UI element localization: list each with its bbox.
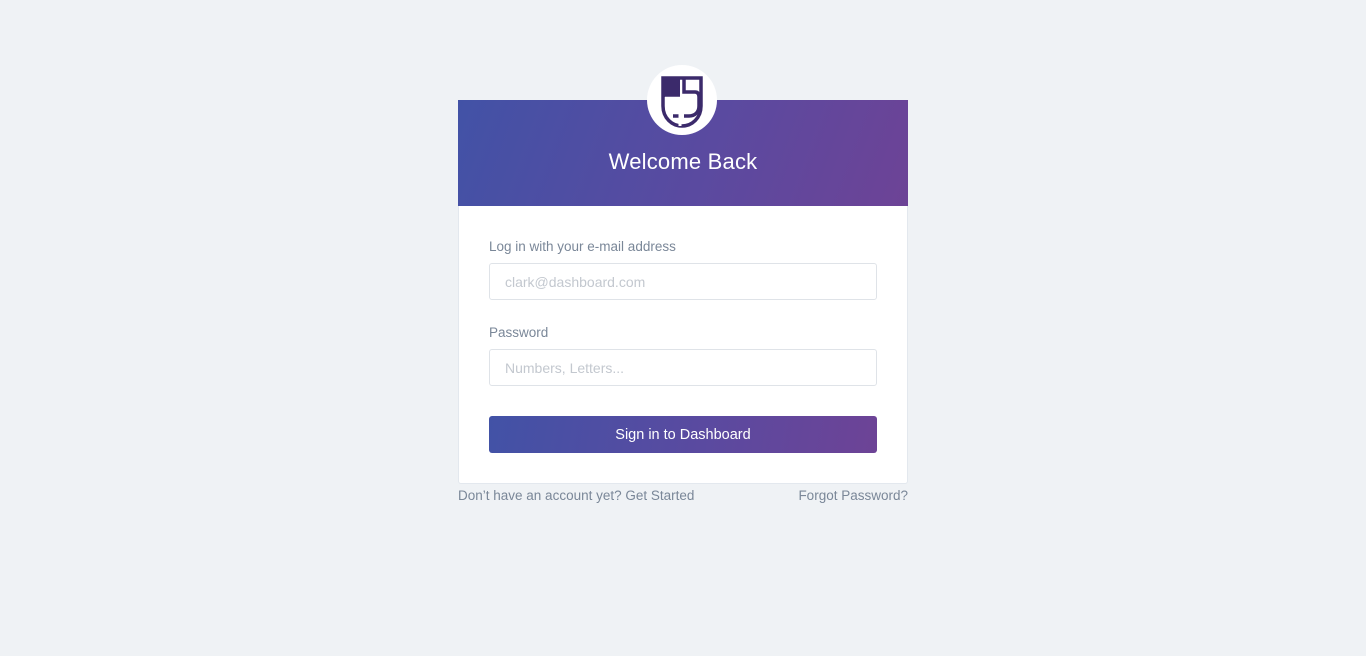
forgot-password-link[interactable]: Forgot Password? <box>798 488 908 503</box>
email-field-group: Log in with your e-mail address <box>489 239 877 300</box>
sign-in-button[interactable]: Sign in to Dashboard <box>489 416 877 453</box>
email-label: Log in with your e-mail address <box>489 239 676 254</box>
login-page: Welcome Back Log in with your e-mail add… <box>0 0 1366 656</box>
card-header: Welcome Back <box>458 65 908 206</box>
shield-logo-icon <box>661 76 703 128</box>
logo-badge <box>647 65 717 135</box>
email-input[interactable] <box>489 263 877 300</box>
login-form: Log in with your e-mail address Password… <box>459 206 907 483</box>
page-title: Welcome Back <box>608 149 758 174</box>
password-input[interactable] <box>489 349 877 386</box>
password-label: Password <box>489 325 549 340</box>
password-field-group: Password <box>489 325 877 386</box>
footer-links: Don’t have an account yet? Get Started F… <box>458 488 908 503</box>
login-card: Welcome Back Log in with your e-mail add… <box>458 65 908 484</box>
get-started-link[interactable]: Don’t have an account yet? Get Started <box>458 488 694 503</box>
